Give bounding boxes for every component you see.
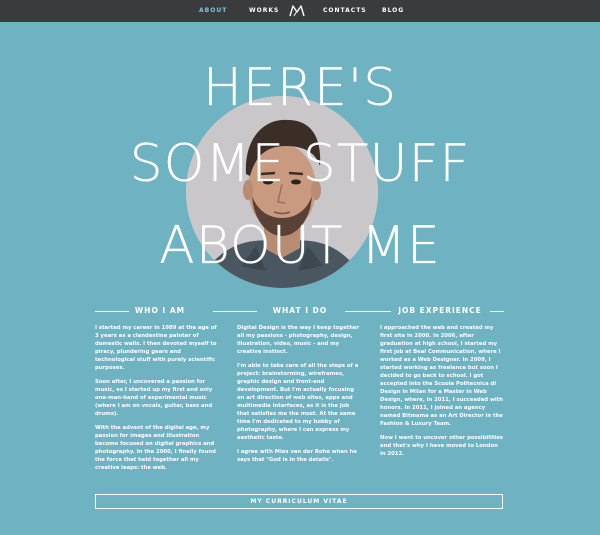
m-logo-icon[interactable] xyxy=(288,2,306,20)
job-paragraph: I approached the web and created my firs… xyxy=(380,325,503,427)
curriculum-vitae-button[interactable]: MY CURRICULUM VITAE xyxy=(95,494,503,509)
headline-line-2: SOME STUFF xyxy=(129,134,471,194)
job-paragraph: Now I want to uncover other possibilitie… xyxy=(380,435,503,457)
job-experience-column: I approached the web and created my firs… xyxy=(380,324,504,464)
headline-line-3: ABOUT ME xyxy=(159,216,441,276)
headline-line-1: HERE'S xyxy=(202,58,398,118)
what-paragraph: I agree with Mies van der Rohe when he s… xyxy=(237,449,357,463)
what-paragraph: Digital Design is the way I keep togethe… xyxy=(237,325,360,355)
what-i-do-column: Digital Design is the way I keep togethe… xyxy=(237,324,361,470)
nav-contacts[interactable]: CONTACTS xyxy=(323,7,367,14)
nav-blog[interactable]: BLOG xyxy=(382,7,404,14)
who-paragraph: With the advent of the digital age, my p… xyxy=(95,425,216,471)
top-navigation-bar: ABOUT WORKS CONTACTS BLOG xyxy=(0,0,600,22)
who-i-am-column: I started my career in 1989 at the age o… xyxy=(95,324,219,478)
nav-works[interactable]: WORKS xyxy=(249,7,279,14)
who-paragraph: I started my career in 1989 at the age o… xyxy=(95,325,217,371)
who-paragraph: Soon after, I uncovered a passion for mu… xyxy=(95,379,213,417)
divider-right xyxy=(490,311,504,312)
nav-about[interactable]: ABOUT xyxy=(199,7,227,14)
what-paragraph: I'm able to take care of all the steps o… xyxy=(237,363,359,441)
